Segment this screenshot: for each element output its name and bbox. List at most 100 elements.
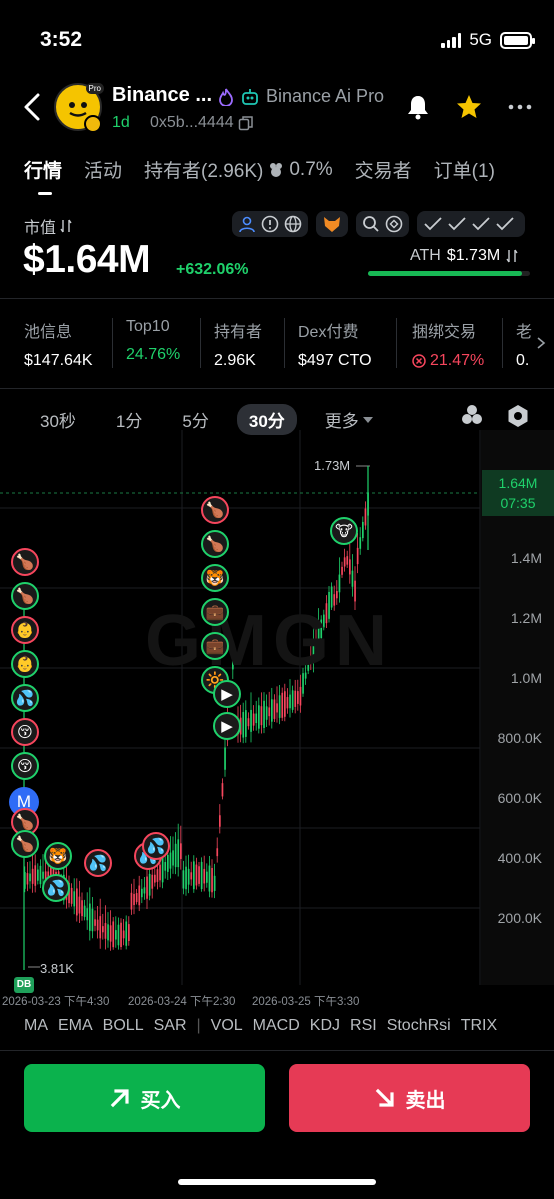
chevron-right-icon[interactable]	[536, 336, 546, 350]
info-value: 2.96K	[214, 352, 256, 369]
y-tick: 600.0K	[497, 790, 542, 806]
trade-marker-drumstick-icon[interactable]: 🍗	[11, 582, 39, 610]
candle-body	[78, 896, 81, 914]
tab-holders[interactable]: 持有者(2.96K) 0.7%	[144, 156, 333, 183]
trade-marker-drumstick-icon[interactable]: 🍗	[201, 496, 229, 524]
search-badge-group[interactable]	[356, 211, 409, 237]
settings-icon[interactable]	[506, 404, 530, 428]
trade-marker-cow-icon[interactable]: 🐮	[330, 517, 358, 545]
candle-body	[99, 916, 102, 939]
candle-body	[281, 692, 284, 718]
candle-body	[362, 521, 364, 539]
candle-body	[213, 875, 216, 891]
trade-marker-face-icon[interactable]: 👶	[11, 616, 39, 644]
tab-orders[interactable]: 订单(1)	[434, 156, 495, 183]
indicator-sar[interactable]: SAR	[154, 1017, 187, 1035]
x-tick: 2026-03-24 下午2:30	[128, 996, 236, 1008]
pro-badge: Pro	[85, 83, 104, 94]
ath-row[interactable]: ATH $1.73M	[410, 247, 518, 265]
info-key: 老	[516, 324, 533, 341]
info-more[interactable]: 老 0.	[516, 318, 534, 370]
checks-badge-group[interactable]	[417, 211, 525, 237]
candle-body	[265, 706, 268, 720]
trade-marker-play-icon[interactable]: ▶	[213, 712, 241, 740]
fox-badge[interactable]	[316, 211, 348, 237]
candle-body	[198, 866, 200, 884]
indicator-boll[interactable]: BOLL	[103, 1017, 144, 1035]
candle-body	[146, 876, 148, 899]
candle-body	[200, 861, 203, 890]
trade-marker-droplets-icon[interactable]: 💦	[84, 849, 112, 877]
info-holders[interactable]: 持有者 2.96K	[214, 318, 262, 370]
star-icon[interactable]	[456, 94, 482, 120]
trade-marker-face-icon[interactable]: 👶	[11, 650, 39, 678]
info-key: 捆绑交易	[412, 324, 477, 341]
y-tick: 200.0K	[497, 910, 542, 926]
candle-body	[219, 815, 221, 827]
indicator-rsi[interactable]: RSI	[350, 1017, 377, 1035]
candle-body	[154, 874, 156, 883]
candle-body	[252, 713, 255, 726]
price-chart[interactable]	[0, 430, 554, 990]
timeframe-1m[interactable]: 1分	[116, 407, 142, 432]
market-cap-label[interactable]: 市值	[24, 214, 72, 238]
indicator-macd[interactable]: MACD	[253, 1017, 300, 1035]
info-bundle[interactable]: 捆绑交易 21.47%	[412, 318, 484, 370]
indicator-vol[interactable]: VOL	[211, 1017, 243, 1035]
candle-body	[122, 930, 125, 939]
trade-marker-tiger-icon[interactable]: 🐯	[44, 842, 72, 870]
trade-marker-play-icon[interactable]: ▶	[213, 680, 241, 708]
tab-bar: 行情 活动 持有者(2.96K) 0.7% 交易者 订单(1)	[24, 156, 495, 195]
copy-icon[interactable]	[238, 115, 254, 131]
candle-body	[364, 508, 367, 526]
indicator-trix[interactable]: TRIX	[461, 1017, 497, 1035]
x-tick: 2026-03-23 下午4:30	[2, 996, 110, 1008]
indicator-stochrsi[interactable]: StochRsi	[387, 1017, 451, 1035]
timeframe-5m[interactable]: 5分	[182, 407, 208, 432]
trade-marker-briefcase-icon[interactable]: 💼	[201, 632, 229, 660]
trade-marker-drumstick-icon[interactable]: 🍗	[11, 548, 39, 576]
trade-marker-briefcase-icon[interactable]: 💼	[201, 598, 229, 626]
tab-traders[interactable]: 交易者	[355, 156, 412, 183]
flame-icon	[219, 88, 233, 106]
sell-button[interactable]: 卖出	[289, 1064, 530, 1132]
trade-marker-droplets-icon[interactable]: 💦	[42, 874, 70, 902]
trade-marker-droplets-icon[interactable]: 💦	[11, 684, 39, 712]
info-dex-paid[interactable]: Dex付费 $497 CTO	[298, 318, 372, 370]
bell-icon[interactable]	[406, 94, 430, 120]
timeframe-more[interactable]: 更多	[325, 407, 373, 432]
candle-body	[258, 705, 260, 729]
candle-body	[81, 900, 83, 917]
market-cap-label-text: 市值	[24, 220, 57, 237]
indicator-kdj[interactable]: KDJ	[310, 1017, 340, 1035]
more-icon[interactable]	[508, 103, 532, 111]
trade-marker-tiger-icon[interactable]: 🐯	[201, 564, 229, 592]
low-label: 3.81K	[40, 961, 74, 976]
y-tick: 1.0M	[510, 670, 542, 686]
indicator-dots-icon[interactable]	[460, 404, 484, 426]
indicator-separator: |	[196, 1017, 201, 1034]
candle-body	[242, 712, 245, 738]
contract-address[interactable]: 0x5b...4444	[150, 114, 254, 132]
candle-body	[250, 709, 252, 732]
indicator-ema[interactable]: EMA	[58, 1017, 93, 1035]
indicator-ma[interactable]: MA	[24, 1017, 48, 1035]
trade-marker-droplets-icon[interactable]: 💦	[142, 832, 170, 860]
tab-market[interactable]: 行情	[24, 156, 62, 195]
buy-button[interactable]: 买入	[24, 1064, 265, 1132]
audit-badge-group[interactable]	[232, 211, 308, 237]
trade-marker-smile-icon[interactable]: 😚	[11, 752, 39, 780]
trade-marker-drumstick-icon[interactable]: 🍗	[11, 830, 39, 858]
trade-marker-drumstick-icon[interactable]: 🍗	[201, 530, 229, 558]
tab-activity[interactable]: 活动	[84, 156, 122, 183]
ath-label: ATH	[410, 247, 441, 264]
arrow-up-right-icon	[110, 1089, 129, 1108]
back-button[interactable]	[20, 92, 46, 122]
ath-progress-bar	[368, 271, 530, 276]
trade-marker-smile-icon[interactable]: 😚	[11, 718, 39, 746]
timeframe-30s[interactable]: 30秒	[40, 407, 76, 432]
info-value: 24.76%	[126, 346, 181, 363]
info-pool[interactable]: 池信息 $147.64K	[24, 318, 93, 370]
home-indicator[interactable]	[178, 1179, 376, 1185]
info-top10[interactable]: Top10 24.76%	[126, 318, 180, 364]
